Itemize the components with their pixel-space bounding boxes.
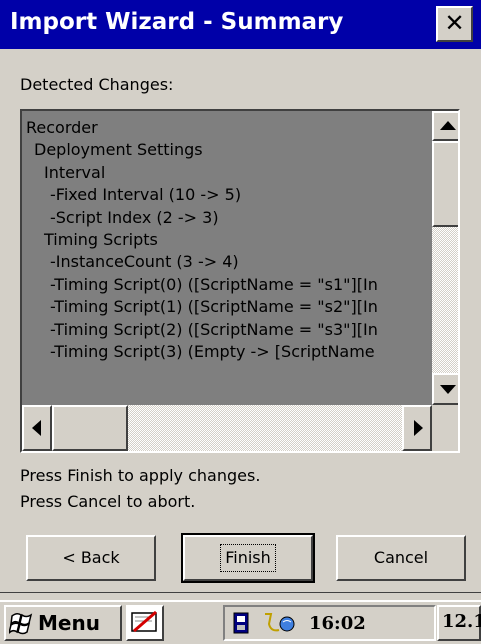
arrow-down-icon [440,385,456,394]
scroll-right-button[interactable] [402,405,432,451]
finish-button[interactable]: Finish [181,533,315,583]
close-icon: ✕ [444,9,465,37]
back-button[interactable]: < Back [26,535,156,581]
tree-item[interactable]: Recorder [26,117,434,139]
scroll-down-button[interactable] [432,373,458,405]
tree-item[interactable]: -Timing Script(2) ([ScriptName = "s3"][I… [26,319,434,341]
window-title: Import Wizard - Summary [10,9,344,35]
taskbar: Menu 16:02 12.1 [0,600,481,644]
tree-item[interactable]: -Timing Script(3) (Empty -> [ScriptName [26,341,434,363]
vertical-scrollbar[interactable] [432,111,458,405]
connection-icon[interactable] [261,610,303,636]
arrow-right-icon [414,420,423,436]
taskbar-divider [0,592,481,593]
cancel-button[interactable]: Cancel [336,535,466,581]
arrow-left-icon [32,420,41,436]
changes-tree-view[interactable]: Recorder Deployment Settings Interval -Fixe… [20,109,460,453]
tree-item[interactable]: -Fixed Interval (10 -> 5) [26,184,434,206]
input-panel-button[interactable] [126,605,164,641]
instruction-finish: Press Finish to apply changes. [20,466,261,485]
arrow-up-icon [440,121,456,130]
tree-item[interactable]: Timing Scripts [26,229,434,251]
extra-tray-item[interactable]: 12.1 [437,605,481,641]
vertical-scroll-thumb[interactable] [432,141,458,227]
tree-item[interactable]: -Timing Script(0) ([ScriptName = "s1"][I… [26,274,434,296]
instruction-cancel: Press Cancel to abort. [20,492,196,511]
pen-input-icon [131,610,157,633]
tree-item[interactable]: -InstanceCount (3 -> 4) [26,251,434,273]
horizontal-scrollbar[interactable] [22,405,432,451]
tree-content: Recorder Deployment Settings Interval -Fixe… [26,117,434,403]
detected-changes-label: Detected Changes: [20,75,174,94]
start-menu-button[interactable]: Menu [4,605,122,641]
scroll-corner [432,405,458,451]
tree-item[interactable]: -Timing Script(1) ([ScriptName = "s2"][I… [26,296,434,318]
scroll-up-button[interactable] [432,111,458,141]
finish-button-label: Finish [220,544,276,572]
horizontal-scroll-thumb[interactable] [52,405,128,451]
close-button[interactable]: ✕ [436,6,473,42]
tree-item[interactable]: Deployment Settings [26,139,434,161]
clock[interactable]: 16:02 [309,613,366,634]
system-tray: 16:02 [223,605,436,641]
extra-tray-label: 12.1 [442,611,481,632]
tree-item[interactable]: Interval [26,162,434,184]
windows-flag-icon [9,612,33,635]
start-menu-label: Menu [38,611,100,635]
scroll-left-button[interactable] [22,405,52,451]
title-bar: Import Wizard - Summary ✕ [0,0,481,49]
storage-card-icon[interactable] [231,611,253,635]
tree-item[interactable]: -Script Index (2 -> 3) [26,207,434,229]
